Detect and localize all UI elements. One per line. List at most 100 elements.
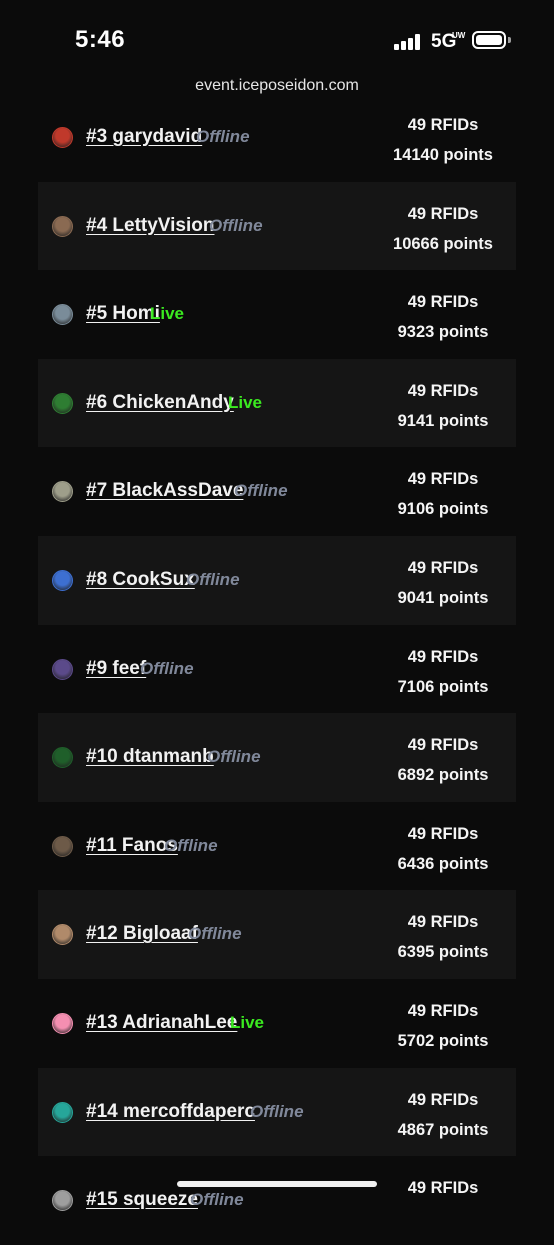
leaderboard-row: #7 BlackAssDave Offline 49 RFIDs 9106 point… <box>38 447 516 536</box>
score-stats: 49 RFIDs 5702 points <box>378 996 508 1056</box>
status-badge: Live <box>228 392 263 412</box>
points-count: 6395 points <box>397 943 489 962</box>
leaderboard-row: #15 squeeze Offline 49 RFIDs <box>38 1156 516 1245</box>
avatar <box>52 304 73 326</box>
url-bar[interactable]: event.iceposeidon.com <box>0 76 554 102</box>
status-badge: Offline <box>186 569 240 589</box>
rfid-count: 49 RFIDs <box>407 293 479 312</box>
avatar <box>52 658 73 680</box>
leaderboard-row: #3 garydavid Offline 49 RFIDs 14140 points <box>38 93 516 182</box>
url-text: event.iceposeidon.com <box>195 77 359 94</box>
status-badge: Offline <box>234 481 288 501</box>
leaderboard-row: #5 Homi Live 49 RFIDs 9323 points <box>38 270 516 359</box>
streamer-link[interactable]: #6 ChickenAndy <box>86 392 234 414</box>
avatar <box>52 1190 73 1212</box>
points-count: 9323 points <box>397 323 489 342</box>
score-stats: 49 RFIDs 14140 points <box>378 110 508 170</box>
streamer-link[interactable]: #15 squeeze <box>86 1189 198 1211</box>
points-count: 9141 points <box>397 411 489 430</box>
rfid-count: 49 RFIDs <box>407 1179 479 1198</box>
streamer-link[interactable]: #8 CookSux <box>86 569 195 591</box>
score-stats: 49 RFIDs 6395 points <box>378 907 508 967</box>
leaderboard-list: #3 garydavid Offline 49 RFIDs 14140 points #… <box>38 93 516 1245</box>
rfid-count: 49 RFIDs <box>407 558 479 577</box>
score-stats: 49 RFIDs 7106 points <box>378 642 508 702</box>
points-count: 9041 points <box>397 588 489 607</box>
status-badge: Offline <box>164 835 218 855</box>
points-count: 6436 points <box>397 854 489 873</box>
avatar <box>52 747 73 769</box>
avatar <box>52 127 73 148</box>
battery-tip <box>508 37 511 43</box>
score-stats: 49 RFIDs 9141 points <box>378 376 508 436</box>
streamer-link[interactable]: #5 Homi <box>86 303 160 325</box>
points-count: 14140 points <box>393 146 493 164</box>
status-badge: Live <box>150 304 185 324</box>
rfid-count: 49 RFIDs <box>407 204 479 223</box>
score-stats: 49 RFIDs 9106 points <box>378 464 508 524</box>
score-stats: 49 RFIDs 6436 points <box>378 819 508 879</box>
status-badge: Offline <box>196 127 250 146</box>
points-count: 4867 points <box>397 1120 489 1139</box>
avatar <box>52 835 73 857</box>
score-stats: 49 RFIDs 10666 points <box>378 199 508 259</box>
status-time: 5:46 <box>75 26 126 53</box>
score-stats: 49 RFIDs 4867 points <box>378 1085 508 1145</box>
leaderboard-row: #10 dtanmanb Offline 49 RFIDs 6892 points <box>38 713 516 802</box>
rfid-count: 49 RFIDs <box>407 1090 479 1109</box>
streamer-link[interactable]: #14 mercoffdaperc <box>86 1101 255 1123</box>
rfid-count: 49 RFIDs <box>407 913 479 932</box>
streamer-link[interactable]: #10 dtanmanb <box>86 746 214 768</box>
rfid-count: 49 RFIDs <box>407 381 479 400</box>
points-count: 7106 points <box>397 677 489 696</box>
points-count: 10666 points <box>393 234 493 253</box>
network-subtype-label: UW <box>452 32 465 40</box>
avatar <box>52 569 73 591</box>
streamer-link[interactable]: #13 AdrianahLee <box>86 1012 237 1034</box>
score-stats: 49 RFIDs 9041 points <box>378 553 508 613</box>
score-stats: 49 RFIDs 6892 points <box>378 730 508 790</box>
leaderboard-row: #11 Fanos Offline 49 RFIDs 6436 points <box>38 802 516 891</box>
status-bar: 5:46 5G UW <box>0 0 554 76</box>
points-count: 5702 points <box>397 1031 489 1050</box>
status-badge: Offline <box>140 658 194 678</box>
streamer-link[interactable]: #7 BlackAssDave <box>86 480 243 502</box>
cellular-signal-icon <box>394 34 422 50</box>
rfid-count: 49 RFIDs <box>407 824 479 843</box>
status-badge: Offline <box>190 1190 244 1210</box>
status-badge: Offline <box>207 747 261 767</box>
home-indicator[interactable] <box>177 1181 377 1187</box>
streamer-link[interactable]: #12 Bigloaaf <box>86 923 198 945</box>
leaderboard-row: #8 CookSux Offline 49 RFIDs 9041 points <box>38 535 516 625</box>
avatar <box>52 215 73 237</box>
status-badge: Offline <box>188 924 242 944</box>
points-count: 9106 points <box>397 500 489 519</box>
rfid-count: 49 RFIDs <box>407 116 479 134</box>
score-stats: 49 RFIDs 9323 points <box>378 287 508 347</box>
streamer-link[interactable]: #4 LettyVision <box>86 215 214 237</box>
avatar <box>52 392 73 414</box>
leaderboard-row: #9 feef Offline 49 RFIDs 7106 points <box>38 625 516 714</box>
avatar <box>52 924 73 946</box>
streamer-link[interactable]: #9 feef <box>86 658 146 680</box>
leaderboard-row: #14 mercoffdaperc Offline 49 RFIDs 4867 poi… <box>38 1067 516 1157</box>
streamer-link[interactable]: #3 garydavid <box>86 126 202 148</box>
rfid-count: 49 RFIDs <box>407 736 479 755</box>
rfid-count: 49 RFIDs <box>407 647 479 666</box>
avatar <box>52 481 73 503</box>
leaderboard-row: #13 AdrianahLee Live 49 RFIDs 5702 points <box>38 979 516 1068</box>
avatar <box>52 1101 73 1123</box>
status-badge: Offline <box>209 215 263 235</box>
rfid-count: 49 RFIDs <box>407 470 479 489</box>
avatar <box>52 1012 73 1034</box>
leaderboard-row: #4 LettyVision Offline 49 RFIDs 10666 point… <box>38 181 516 271</box>
points-count: 6892 points <box>397 766 489 785</box>
leaderboard-row: #12 Bigloaaf Offline 49 RFIDs 6395 points <box>38 890 516 979</box>
status-badge: Offline <box>250 1101 304 1121</box>
status-badge: Live <box>230 1012 265 1032</box>
network-subtype-text: UW <box>452 31 466 40</box>
score-stats: 49 RFIDs <box>378 1173 508 1203</box>
rfid-count: 49 RFIDs <box>407 1001 479 1020</box>
leaderboard-row: #6 ChickenAndy Live 49 RFIDs 9141 points <box>38 358 516 448</box>
battery-icon <box>472 31 506 49</box>
